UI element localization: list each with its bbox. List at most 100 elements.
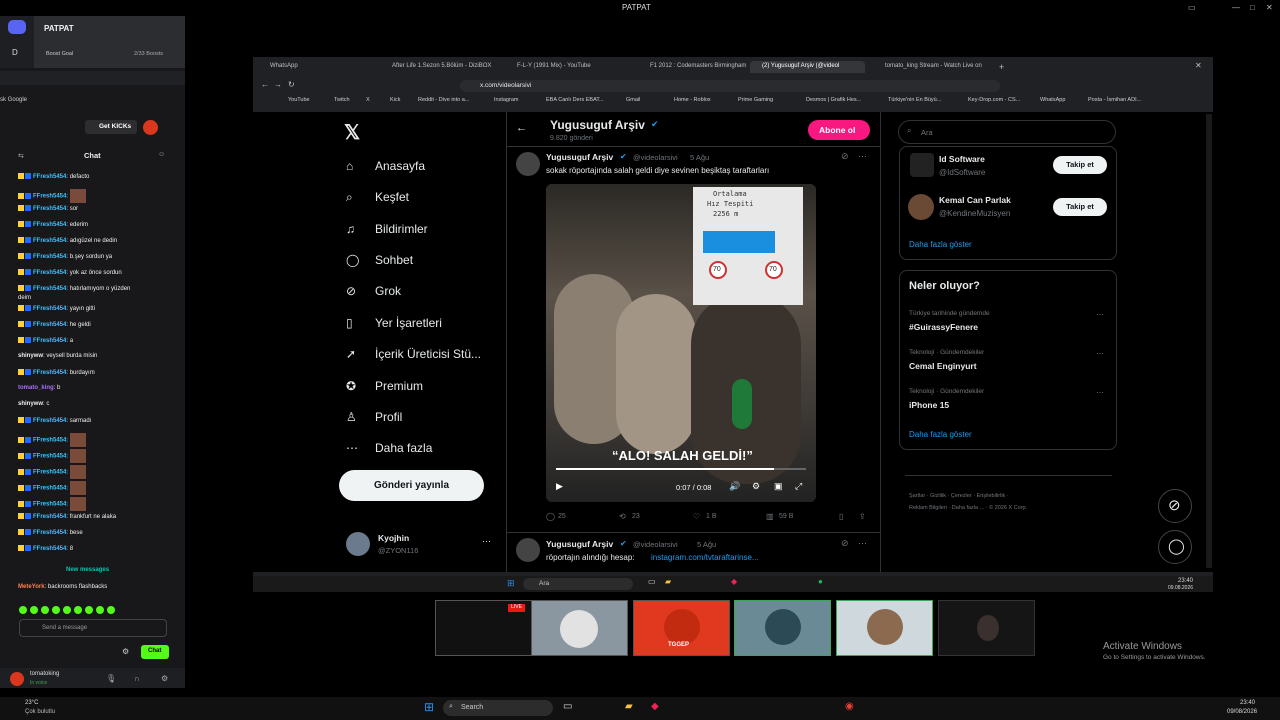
post-handle[interactable]: @videolarsivi <box>633 540 678 549</box>
headphones-icon[interactable]: ∩ <box>134 674 140 683</box>
chat-username[interactable]: FFresh5454 <box>33 502 66 508</box>
footer-link[interactable]: Daha fazla ... <box>952 505 984 511</box>
chrome-icon[interactable]: ◉ <box>845 701 854 712</box>
chat-username[interactable]: FFresh5454 <box>33 546 66 552</box>
brave-icon[interactable]: ◆ <box>731 577 737 586</box>
send-message-input[interactable]: Send a message <box>19 619 167 637</box>
premium-icon[interactable]: ✪ <box>346 379 356 393</box>
close-button[interactable]: ✕ <box>1266 3 1273 12</box>
notifications-icon[interactable]: ♫ <box>346 222 355 236</box>
post-author[interactable]: Yugusuguf Arşiv <box>546 152 613 162</box>
post-link[interactable]: instagram.com/tvtaraftarinse... <box>651 553 759 562</box>
close-window-button[interactable]: ✕ <box>1195 61 1202 70</box>
windows-start-icon[interactable]: ⊞ <box>507 578 515 589</box>
footer-link[interactable]: Gizlilik <box>930 493 946 499</box>
weather-text[interactable]: Çok bulutlu <box>25 709 55 715</box>
post-author[interactable]: Yugusuguf Arşiv <box>546 539 613 549</box>
nav-more[interactable]: Daha fazla <box>375 441 432 455</box>
maximize-button[interactable]: □ <box>1250 3 1255 12</box>
chat-username[interactable]: FFresh5454 <box>33 470 66 476</box>
new-messages-label[interactable]: New messages <box>66 567 109 573</box>
users-icon[interactable]: ☺ <box>158 151 165 158</box>
thumbnail-screen-share[interactable]: LIVE <box>435 600 532 656</box>
thumbnail-participant[interactable]: TGGEP <box>633 600 730 656</box>
chat-username[interactable]: FFresh5454 <box>33 286 66 292</box>
chat-username[interactable]: FFresh5454 <box>33 530 66 536</box>
brave-icon[interactable]: ◆ <box>651 701 659 712</box>
post-handle[interactable]: @videolarsivi <box>633 153 678 162</box>
footer-link[interactable]: Şartlar <box>909 493 925 499</box>
post-video[interactable]: Ortalama Hız Tespiti 2256 m 70 70 “ALO! … <box>546 184 816 502</box>
user-avatar[interactable] <box>10 672 24 686</box>
footer-link[interactable]: Erişilebilirlik <box>977 493 1006 499</box>
browser-tab[interactable]: (2) Yugusuguf Arşiv (@videol <box>750 61 865 73</box>
post-button[interactable]: Gönderi yayınla <box>339 470 484 501</box>
chat-send-button[interactable]: Chat <box>141 645 169 659</box>
account-avatar[interactable] <box>908 194 934 220</box>
chat-username[interactable]: FFresh5454 <box>33 174 66 180</box>
chat-icon[interactable]: ◯ <box>346 253 359 267</box>
more-icon[interactable]: ⋯ <box>346 441 358 455</box>
chat-username[interactable]: FFresh5454 <box>33 338 66 344</box>
trend-more-icon[interactable]: ⋯ <box>1096 310 1104 319</box>
bookmark-item[interactable]: Twitch <box>334 97 350 103</box>
grok-icon[interactable]: ⊘ <box>346 284 356 298</box>
scrollbar[interactable] <box>1206 114 1212 568</box>
bookmark-icon[interactable]: ▯ <box>839 512 843 521</box>
settings-icon[interactable]: ⚙ <box>122 647 129 656</box>
bookmark-item[interactable]: Kick <box>390 97 400 103</box>
bookmark-item[interactable]: Desmos | Grafik Hes... <box>806 97 861 103</box>
profile-icon[interactable]: ♙ <box>346 410 357 424</box>
chat-username[interactable]: FFresh5454 <box>33 322 66 328</box>
share-icon[interactable]: ⇪ <box>859 512 866 521</box>
thumbnail-participant[interactable] <box>836 600 933 656</box>
bookmark-item[interactable]: Instagram <box>494 97 518 103</box>
chat-username[interactable]: FFresh5454 <box>33 514 66 520</box>
thumbnail-participant[interactable] <box>531 600 628 656</box>
browser-tab[interactable]: tomato_king Stream - Watch Live on <box>873 61 998 73</box>
back-button[interactable]: ← <box>261 80 269 89</box>
collapse-icon[interactable]: ⇆ <box>18 152 24 160</box>
chat-username[interactable]: FFresh5454 <box>33 306 66 312</box>
x-logo-icon[interactable]: 𝕏 <box>344 120 360 145</box>
discord-logo-icon[interactable] <box>8 20 26 34</box>
taskbar-search[interactable]: Ara <box>523 578 633 590</box>
reply-icon[interactable]: ◯ <box>546 512 555 521</box>
browser-tab[interactable]: F1 2012 : Codemasters Birmingham <box>638 61 746 73</box>
server-icon[interactable]: D <box>12 48 18 57</box>
windows-start-icon[interactable]: ⊞ <box>424 700 434 714</box>
spotify-icon[interactable]: ● <box>818 577 823 586</box>
bookmark-item[interactable]: Gmail <box>626 97 640 103</box>
views-icon[interactable]: ▥ <box>766 512 774 521</box>
folder-icon[interactable]: ▰ <box>625 701 633 712</box>
minimize-button[interactable]: — <box>1232 3 1240 12</box>
follow-button[interactable]: Takip et <box>1053 156 1107 174</box>
grok-float-button[interactable]: ⊘ <box>1158 489 1192 523</box>
bookmark-item[interactable]: Türkiye'nin En Büyü... <box>888 97 941 103</box>
fullscreen-icon[interactable]: ⤢ <box>795 481 802 492</box>
nav-notifications[interactable]: Bildirimler <box>375 222 428 236</box>
footer-link[interactable]: Çerezler <box>951 493 972 499</box>
grok-icon[interactable]: ⊘ <box>841 538 849 549</box>
weather-temp[interactable]: 23°C <box>25 700 38 706</box>
chat-username[interactable]: FFresh5454 <box>33 454 66 460</box>
account-avatar[interactable] <box>346 532 370 556</box>
taskbar-search[interactable]: ⌕ Search <box>443 700 553 716</box>
gear-icon[interactable]: ⚙ <box>161 674 168 683</box>
nav-home[interactable]: Anasayfa <box>375 159 425 173</box>
play-icon[interactable]: ▶ <box>556 481 563 492</box>
chat-username[interactable]: shinyww <box>18 353 43 359</box>
server-name[interactable]: PATPAT <box>44 24 74 33</box>
nav-explore[interactable]: Keşfet <box>375 190 409 204</box>
post-more-icon[interactable]: ⋯ <box>858 538 867 549</box>
post-time[interactable]: 5 Ağu <box>690 153 709 162</box>
search-input[interactable]: ⌕ Ara <box>898 120 1116 144</box>
chat-username[interactable]: FFresh5454 <box>33 418 66 424</box>
messages-float-button[interactable]: ◯ <box>1158 530 1192 564</box>
chat-username[interactable]: tomato_king <box>18 385 54 391</box>
chat-username[interactable]: FFresh5454 <box>33 486 66 492</box>
bookmark-item[interactable]: Prime Gaming <box>738 97 773 103</box>
taskbar-app-icon[interactable]: ▭ <box>648 577 656 586</box>
chat-username[interactable]: FFresh5454 <box>33 370 66 376</box>
show-more-link[interactable]: Daha fazla göster <box>909 240 972 249</box>
